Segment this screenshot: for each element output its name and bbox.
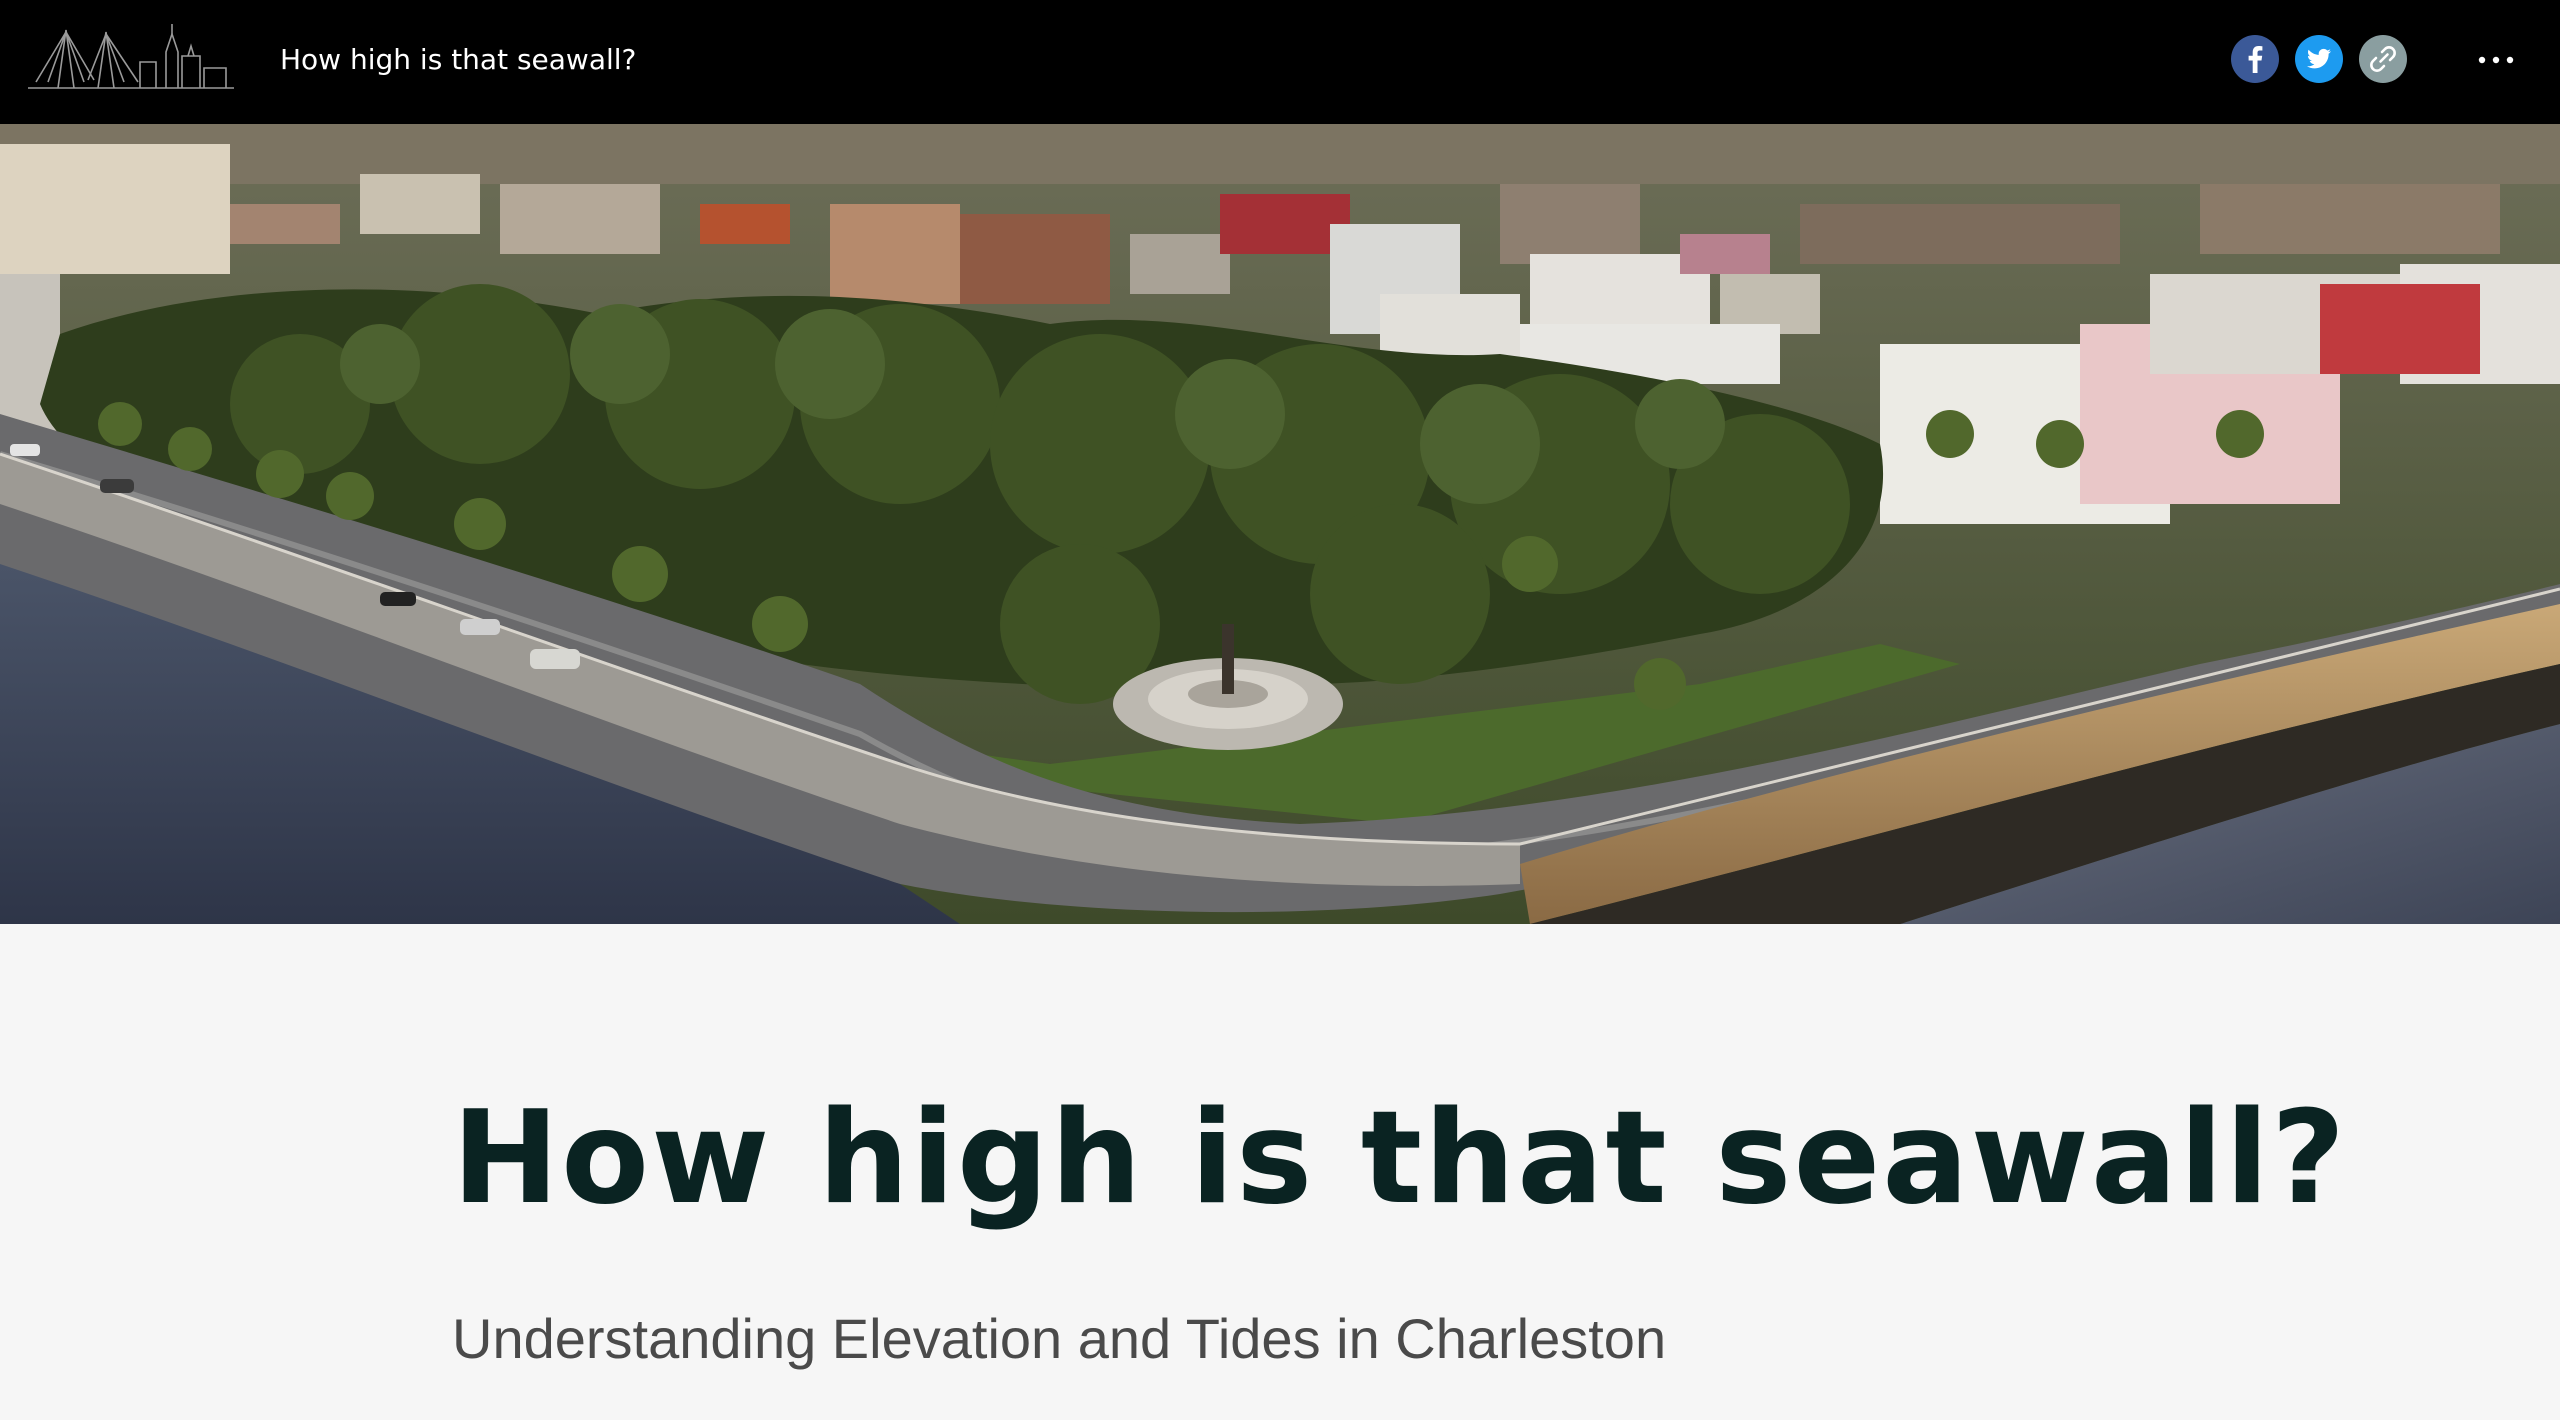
share-facebook-button[interactable] (2231, 35, 2279, 83)
hero-image (0, 124, 2560, 924)
link-icon (2370, 46, 2396, 72)
charleston-skyline-logo[interactable] (28, 22, 234, 94)
story-header: How high is that seawall? (0, 0, 2560, 124)
story-cover: How high is that seawall? Understanding … (0, 924, 2560, 1420)
more-options-icon (2478, 56, 2514, 64)
copy-link-button[interactable] (2359, 35, 2407, 83)
header-title: How high is that seawall? (280, 43, 637, 76)
story-title: How high is that seawall? (452, 1084, 2348, 1233)
story-subtitle: Understanding Elevation and Tides in Cha… (452, 1307, 1667, 1370)
aerial-photo-charleston-battery-seawall (0, 124, 2560, 924)
more-options-button[interactable] (2472, 40, 2520, 80)
twitter-icon (2307, 48, 2331, 69)
share-twitter-button[interactable] (2295, 35, 2343, 83)
facebook-icon (2248, 46, 2263, 73)
